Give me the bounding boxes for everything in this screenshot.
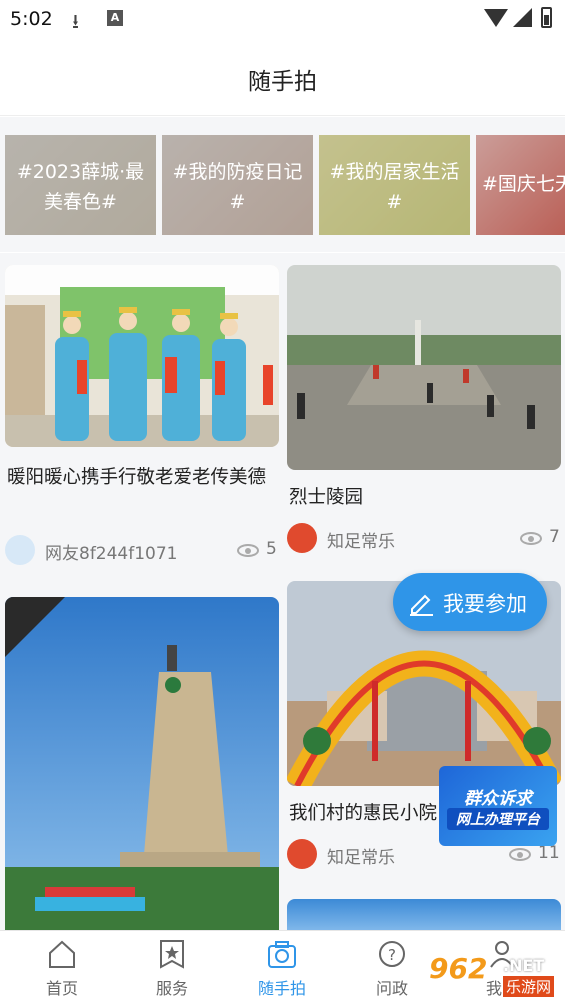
- question-icon: ?: [379, 941, 405, 967]
- join-button[interactable]: 我要参加: [393, 573, 547, 631]
- tab-label: 随手拍: [257, 979, 306, 998]
- edit-icon: [410, 594, 433, 616]
- appeal-subtitle: 网上办理平台: [447, 808, 549, 830]
- tab-label: 首页: [45, 979, 78, 998]
- post-title[interactable]: 暖阳暖心携手行敬老爱老传美德: [7, 463, 277, 492]
- topic-card[interactable]: #国庆七天: [476, 135, 565, 235]
- camera-icon: [268, 941, 296, 968]
- topic-card[interactable]: #我的居家生活#: [319, 135, 470, 235]
- post-card[interactable]: 暖阳暖心携手行敬老爱老传美德 网友8f244f1071 5: [5, 265, 279, 575]
- watermark-number: 962: [429, 952, 488, 985]
- post-image: [5, 265, 279, 447]
- post-image: [287, 265, 561, 470]
- status-bar: 5:02 ⭳ A: [0, 0, 565, 38]
- home-icon: [49, 940, 75, 968]
- tab-home[interactable]: 首页: [7, 931, 117, 1004]
- post-author[interactable]: 网友8f244f1071 5: [5, 535, 279, 567]
- post-title[interactable]: 我们村的惠民小院: [289, 799, 439, 828]
- post-image: [5, 597, 279, 930]
- topic-carousel[interactable]: #2023薛城·最美春色# #我的防疫日记# #我的居家生活# #国庆七天: [0, 117, 565, 252]
- view-count-icon: [509, 848, 531, 861]
- service-icon: [160, 940, 184, 969]
- topic-label: #我的居家生活#: [329, 161, 460, 213]
- a-icon: A: [107, 10, 123, 26]
- tab-service[interactable]: 服务: [117, 931, 227, 1004]
- appeal-platform-banner[interactable]: 群众诉求 网上办理平台: [439, 766, 557, 846]
- avatar: [287, 839, 317, 869]
- signal-icon: [513, 8, 532, 27]
- view-count-icon: [237, 544, 259, 557]
- topic-label: #我的防疫日记#: [172, 161, 303, 213]
- post-author[interactable]: 知足常乐 7: [287, 523, 561, 555]
- post-title[interactable]: 烈士陵园: [289, 483, 559, 512]
- download-icon: ⭳: [72, 9, 79, 33]
- author-name: 知足常乐: [327, 848, 395, 868]
- topic-card[interactable]: #2023薛城·最美春色#: [5, 135, 156, 235]
- tab-label: 服务: [155, 979, 188, 998]
- view-count: 11: [538, 843, 560, 863]
- post-image: [287, 899, 561, 930]
- post-card[interactable]: 烈士陵园 知足常乐 7: [287, 265, 561, 555]
- view-count: 5: [266, 539, 277, 559]
- appeal-title: 群众诉求: [464, 789, 532, 809]
- post-card[interactable]: [5, 597, 279, 930]
- avatar: [5, 535, 35, 565]
- battery-icon: [541, 7, 552, 28]
- title-bar: 随手拍: [0, 38, 565, 116]
- view-count: 7: [549, 527, 560, 547]
- view-count-icon: [520, 532, 542, 545]
- tab-snapshot[interactable]: 随手拍: [227, 931, 337, 1004]
- avatar: [287, 523, 317, 553]
- author-name: 知足常乐: [327, 532, 395, 552]
- topic-label: #国庆七天: [482, 173, 565, 195]
- join-button-label: 我要参加: [443, 592, 527, 616]
- watermark-net: .NET: [503, 956, 545, 975]
- wifi-icon: [484, 9, 508, 27]
- watermark-name: 乐游网: [503, 976, 555, 997]
- author-name: 网友8f244f1071: [45, 544, 178, 564]
- topic-label: #2023薛城·最美春色#: [16, 161, 145, 213]
- page-title: 随手拍: [248, 69, 317, 95]
- site-watermark: 962 .NET 乐游网: [425, 948, 560, 1000]
- status-time: 5:02: [10, 8, 53, 30]
- post-card[interactable]: [287, 899, 561, 930]
- svg-text:?: ?: [388, 946, 396, 964]
- topic-card[interactable]: #我的防疫日记#: [162, 135, 313, 235]
